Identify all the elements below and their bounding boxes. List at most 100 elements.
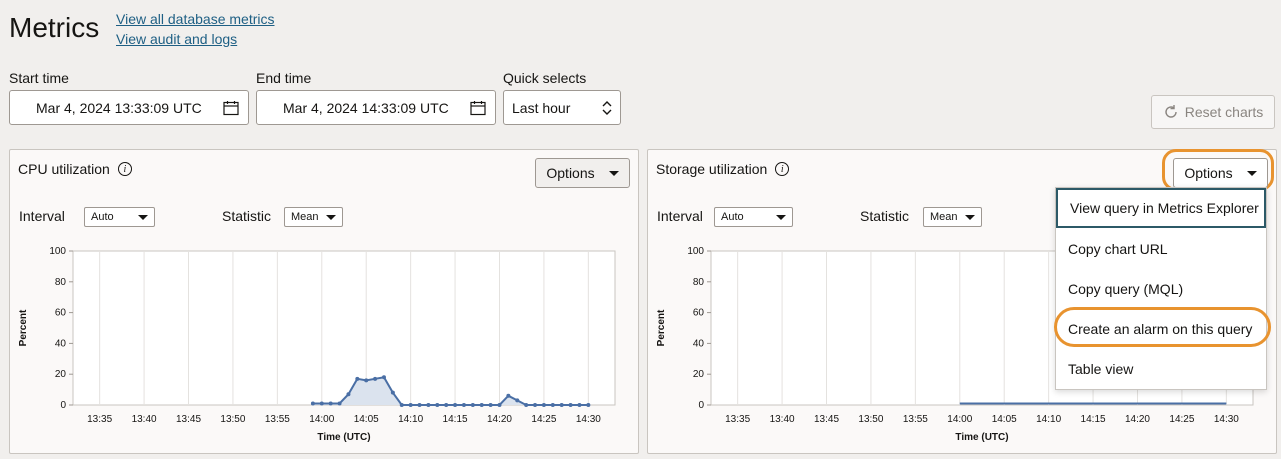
options-menu: View query in Metrics Explorer Copy char… [1055,187,1267,390]
x-tick-label: 14:00 [947,414,972,425]
caret-down-icon [608,170,619,176]
statistic-select[interactable]: Mean [923,207,982,227]
page-title: Metrics [9,12,100,43]
quick-selects-value: Last hour [512,99,571,116]
y-tick-label: 80 [55,277,67,288]
x-tick-label: 13:50 [858,414,883,425]
data-point [470,403,475,407]
y-tick-label: 80 [693,277,705,288]
x-tick-label: 13:40 [132,414,157,425]
menu-item-table-view[interactable]: Table view [1056,349,1266,389]
options-button[interactable]: Options [1173,158,1268,188]
x-tick-label: 14:10 [1036,414,1061,425]
view-audit-logs-link[interactable]: View audit and logs [116,31,237,47]
caret-down-icon [326,215,336,220]
statistic-value: Mean [930,211,958,223]
data-point [355,376,360,381]
reset-charts-button[interactable]: Reset charts [1151,95,1275,129]
options-button[interactable]: Options [535,158,630,188]
plot-area [72,250,616,406]
data-point [568,403,573,407]
statistic-select[interactable]: Mean [284,207,343,227]
y-tick-label: 60 [55,308,67,319]
data-point [426,403,431,407]
x-tick-label: 14:25 [1169,414,1194,425]
x-tick-label: 14:20 [487,414,512,425]
data-point [559,403,564,407]
options-label: Options [546,165,595,181]
data-point [319,401,324,406]
interval-value: Auto [721,211,744,223]
x-axis-label: Time (UTC) [317,432,370,443]
data-point [541,403,546,407]
y-tick-label: 0 [698,400,704,411]
end-time-label: End time [256,70,312,86]
x-tick-label: 13:55 [903,414,928,425]
y-tick-label: 20 [693,369,705,380]
menu-item-copy-chart-url[interactable]: Copy chart URL [1056,229,1266,269]
data-point [346,392,351,397]
statistic-label: Statistic [222,208,272,224]
caret-down-icon [776,215,786,220]
x-tick-label: 13:35 [725,414,750,425]
quick-selects-select[interactable]: Last hour [503,90,621,125]
x-axis-label: Time (UTC) [955,432,1008,443]
x-tick-label: 14:05 [354,414,379,425]
data-point [408,403,413,407]
start-time-field[interactable]: Mar 4, 2024 13:33:09 UTC [9,90,249,125]
y-tick-label: 100 [687,246,704,257]
data-point [310,401,315,406]
info-icon[interactable]: i [775,162,790,176]
data-point [328,401,333,406]
data-point [550,403,555,407]
info-icon[interactable]: i [117,162,132,176]
options-label: Options [1184,165,1233,181]
y-tick-label: 40 [693,338,705,349]
data-point [479,403,484,407]
data-point [533,403,538,407]
x-tick-label: 13:45 [176,414,201,425]
x-tick-label: 14:20 [1125,414,1150,425]
x-tick-label: 13:50 [220,414,245,425]
x-tick-label: 14:30 [1214,414,1239,425]
data-point [444,403,449,407]
interval-select[interactable]: Auto [714,207,793,227]
updown-chevron-icon [602,101,612,115]
caret-down-icon [965,215,975,220]
data-point [399,403,404,407]
calendar-icon[interactable] [223,100,239,116]
y-axis-label: Percent [656,309,667,346]
end-time-field[interactable]: Mar 4, 2024 14:33:09 UTC [256,90,496,125]
menu-item-copy-query[interactable]: Copy query (MQL) [1056,269,1266,309]
start-time-label: Start time [9,70,69,86]
statistic-label: Statistic [860,208,910,224]
view-all-metrics-link[interactable]: View all database metrics [116,11,274,27]
x-tick-label: 13:45 [814,414,839,425]
x-tick-label: 14:00 [309,414,334,425]
data-point [417,403,422,407]
interval-select[interactable]: Auto [84,207,155,227]
menu-item-view-query[interactable]: View query in Metrics Explorer [1056,188,1266,228]
y-tick-label: 40 [55,338,67,349]
caret-down-icon [1246,170,1257,176]
data-point [337,401,342,406]
data-point [577,403,582,407]
y-axis-label: Percent [18,309,29,346]
x-tick-label: 14:05 [992,414,1017,425]
data-point [488,403,493,407]
y-tick-label: 100 [49,246,66,257]
statistic-value: Mean [291,211,319,223]
panel-title: Storage utilization [656,161,768,177]
data-point [453,403,458,407]
calendar-icon[interactable] [470,100,486,116]
x-tick-label: 14:30 [576,414,601,425]
data-point [515,398,520,403]
reset-charts-label: Reset charts [1184,104,1264,120]
y-tick-label: 0 [60,400,66,411]
interval-value: Auto [91,211,114,223]
data-point [524,403,529,407]
x-tick-label: 13:55 [265,414,290,425]
interval-label: Interval [19,208,65,224]
data-point [435,403,440,407]
y-tick-label: 20 [55,369,67,380]
